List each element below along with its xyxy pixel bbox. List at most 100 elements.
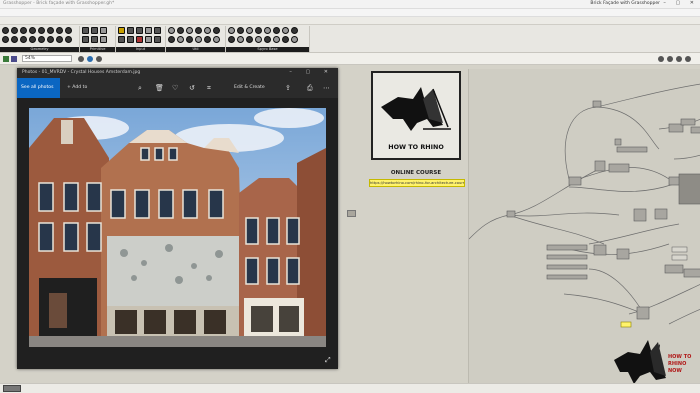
param-icon[interactable] [82, 27, 89, 34]
param-icon[interactable] [228, 36, 235, 43]
param-icon[interactable] [273, 36, 280, 43]
zoom-field[interactable]: 54% [22, 55, 72, 62]
param-icon[interactable] [264, 27, 271, 34]
param-icon[interactable] [65, 36, 72, 43]
param-icon[interactable] [255, 36, 262, 43]
param-icon[interactable] [2, 36, 9, 43]
canvas-tool-icon[interactable] [658, 56, 664, 62]
param-icon[interactable] [56, 27, 63, 34]
file-icon[interactable] [3, 56, 9, 62]
print-icon[interactable]: ⎙ [307, 84, 313, 92]
param-icon[interactable] [213, 27, 220, 34]
param-icon[interactable] [91, 27, 98, 34]
crop-icon[interactable]: ⌗ [207, 84, 211, 92]
save-icon[interactable] [11, 56, 17, 62]
param-icon[interactable] [2, 27, 9, 34]
online-course-label: ONLINE COURSE [390, 170, 442, 176]
param-icon[interactable] [246, 36, 253, 43]
watermark-line3: NOW [668, 368, 682, 374]
ribbon-group-label: Input [116, 47, 165, 52]
param-icon[interactable] [11, 36, 18, 43]
param-icon[interactable] [136, 36, 143, 43]
param-icon[interactable] [204, 36, 211, 43]
rotate-icon[interactable]: ↺ [189, 84, 195, 92]
ribbon-group-label: Spyro Base [226, 47, 309, 52]
param-icon[interactable] [100, 36, 107, 43]
canvas-tool-icon[interactable] [676, 56, 682, 62]
favorite-icon[interactable]: ♡ [172, 84, 178, 92]
param-icon[interactable] [237, 27, 244, 34]
param-icon[interactable] [47, 27, 54, 34]
course-link[interactable]: https://howtorhino.com/rhino-for-archite… [369, 179, 465, 187]
more-icon[interactable]: ⋯ [323, 84, 330, 92]
param-icon[interactable] [228, 27, 235, 34]
param-icon[interactable] [127, 36, 134, 43]
param-icon[interactable] [291, 36, 298, 43]
param-icon[interactable] [177, 36, 184, 43]
param-icon[interactable] [11, 27, 18, 34]
ribbon-group-label: Util [166, 47, 225, 52]
photos-window-controls[interactable]: – ▢ ✕ [289, 69, 334, 75]
input-icons [118, 27, 161, 43]
param-icon[interactable] [145, 36, 152, 43]
param-icon[interactable] [246, 27, 253, 34]
param-icon[interactable] [20, 36, 27, 43]
component-ribbon: Geometry Primitive Input Util Spyro Base [0, 25, 700, 53]
param-icon[interactable] [264, 36, 271, 43]
param-icon[interactable] [282, 36, 289, 43]
param-icon[interactable] [237, 36, 244, 43]
param-icon[interactable] [56, 36, 63, 43]
param-icon[interactable] [195, 27, 202, 34]
param-icon[interactable] [38, 36, 45, 43]
param-icon[interactable] [195, 36, 202, 43]
param-icon[interactable] [255, 27, 262, 34]
zoom-icon[interactable]: ⌕ [138, 84, 142, 92]
sketch-icon[interactable] [78, 56, 84, 62]
param-icon[interactable] [82, 36, 89, 43]
param-icon[interactable] [38, 27, 45, 34]
param-icon[interactable] [118, 36, 125, 43]
param-icon[interactable] [91, 36, 98, 43]
param-icon[interactable] [282, 27, 289, 34]
param-icon[interactable] [20, 27, 27, 34]
add-to-button[interactable]: + Add to [63, 78, 87, 98]
window-controls[interactable]: – ▢ ✕ [663, 0, 698, 6]
param-icon[interactable] [145, 27, 152, 34]
see-all-photos-button[interactable]: See all photos [17, 78, 60, 98]
folder-icon[interactable] [347, 210, 356, 217]
param-icon[interactable] [100, 27, 107, 34]
param-icon[interactable] [154, 27, 161, 34]
param-icon[interactable] [168, 36, 175, 43]
photos-title: Photos - 01_MVRDV - Crystal Houses Amste… [22, 70, 141, 75]
canvas-toolbar: 54% [0, 53, 700, 65]
param-icon[interactable] [65, 27, 72, 34]
preview-icon[interactable] [87, 56, 93, 62]
param-icon[interactable] [213, 36, 220, 43]
param-icon[interactable] [168, 27, 175, 34]
param-icon[interactable] [154, 36, 161, 43]
param-icon[interactable] [204, 27, 211, 34]
param-icon[interactable] [136, 27, 143, 34]
delete-icon[interactable]: 🗑 [155, 84, 164, 92]
ribbon-group-util: Util [166, 26, 226, 52]
slider-icon[interactable] [118, 27, 125, 34]
param-icon[interactable] [29, 36, 36, 43]
share-icon[interactable]: ⇪ [285, 84, 291, 92]
param-icon[interactable] [127, 27, 134, 34]
canvas-tool-icon[interactable] [667, 56, 673, 62]
fullscreen-icon[interactable]: ⤢ [325, 356, 331, 365]
param-icon[interactable] [273, 27, 280, 34]
param-icon[interactable] [47, 36, 54, 43]
watermark-line1: HOW TO [668, 354, 691, 360]
param-icon[interactable] [177, 27, 184, 34]
ribbon-group-primitive: Primitive [80, 26, 116, 52]
param-icon[interactable] [291, 27, 298, 34]
param-icon[interactable] [29, 27, 36, 34]
param-icon[interactable] [186, 27, 193, 34]
param-icon[interactable] [186, 36, 193, 43]
canvas-tool-icon[interactable] [685, 56, 691, 62]
geometry-icons [2, 27, 72, 43]
edit-create-button[interactable]: Edit & Create [234, 78, 265, 98]
eye-icon[interactable] [96, 56, 102, 62]
title-bar: Grasshopper - Brick façade with Grasshop… [0, 0, 700, 9]
